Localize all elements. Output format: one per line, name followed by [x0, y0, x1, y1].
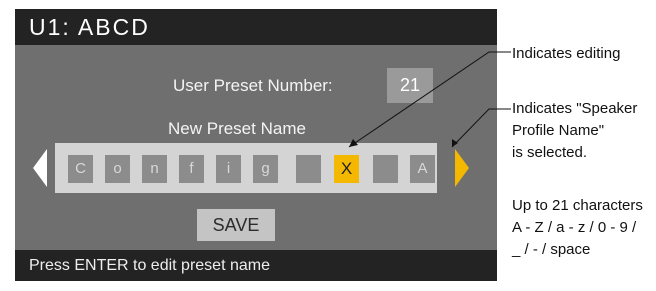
- profile-callout-line: [451, 108, 511, 148]
- annotation-line: Indicates "Speaker: [512, 100, 638, 117]
- profile-callout-arrowhead-icon: [452, 139, 458, 147]
- annotation-line: Profile Name": [512, 122, 605, 139]
- annotation-profile-name: Indicates "Speaker Profile Name" is sele…: [512, 98, 637, 164]
- annotation-line: is selected.: [512, 144, 588, 161]
- annotation-line: Up to 21 characters: [512, 197, 643, 214]
- editing-callout-line: [348, 51, 511, 148]
- annotation-editing: Indicates editing: [512, 45, 621, 62]
- annotation-line: _ / - / space: [512, 241, 591, 258]
- annotation-line: A - Z / a - z / 0 - 9 /: [512, 219, 637, 236]
- editing-callout-arrowhead-icon: [349, 139, 358, 147]
- annotation-character-limits: Up to 21 characters A - Z / a - z / 0 - …: [512, 195, 643, 261]
